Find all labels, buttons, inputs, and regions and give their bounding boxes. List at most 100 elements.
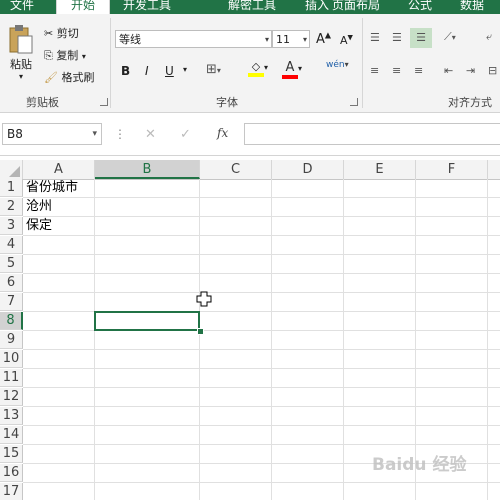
paste-button[interactable]: 粘贴 ▾: [6, 24, 36, 88]
align-center-icon: ≡: [392, 64, 402, 77]
decrease-indent-button[interactable]: ⇤: [444, 64, 453, 77]
column-header-a[interactable]: A: [23, 160, 95, 179]
underline-button[interactable]: U: [165, 64, 174, 78]
column-header-f[interactable]: F: [416, 160, 488, 179]
tab-developer[interactable]: 开发工具: [123, 0, 171, 14]
cell-a1[interactable]: 省份城市: [26, 179, 78, 197]
align-left-button[interactable]: ≡: [370, 64, 379, 77]
font-size-select[interactable]: 11 ▾: [272, 30, 310, 48]
formula-input[interactable]: [244, 123, 500, 145]
fill-color-button[interactable]: ◇ ▾: [248, 60, 268, 77]
row-header[interactable]: 3: [0, 217, 23, 235]
row-header[interactable]: 10: [0, 350, 23, 368]
chevron-down-icon: ▾: [344, 60, 349, 69]
clipboard-launcher-icon[interactable]: [100, 98, 108, 106]
italic-button[interactable]: I: [145, 64, 149, 78]
row-header[interactable]: 11: [0, 369, 23, 387]
paste-label: 粘贴: [10, 58, 32, 71]
increase-font-button[interactable]: A▲: [316, 31, 331, 47]
column-header-b[interactable]: B: [95, 160, 200, 179]
name-box[interactable]: B8 ▾: [2, 123, 102, 145]
row-header[interactable]: 6: [0, 274, 23, 292]
selected-cell-b8[interactable]: [94, 311, 200, 331]
row-header[interactable]: 15: [0, 445, 23, 463]
insert-function-icon[interactable]: fx: [217, 126, 228, 140]
chevron-down-icon: ▾: [298, 64, 303, 73]
ribbon: 粘贴 ▾ ✂ 剪切 ⎘ 复制 ▾ 🖌 格式刷 剪贴板 等线 ▾ 11 ▾ A▲ …: [0, 14, 500, 113]
decrease-indent-icon: ⇤: [444, 64, 454, 77]
font-color-icon: A: [282, 60, 298, 79]
chevron-down-icon: ▾: [264, 35, 269, 44]
row-header[interactable]: 12: [0, 388, 23, 406]
format-painter-button[interactable]: 🖌 格式刷: [44, 69, 94, 85]
tab-home[interactable]: 开始: [56, 0, 110, 14]
phonetic-button[interactable]: wén▾: [326, 60, 349, 70]
row-header[interactable]: 17: [0, 483, 23, 500]
row-header[interactable]: 9: [0, 331, 23, 349]
chevron-down-icon: ▾: [18, 72, 23, 81]
align-middle-icon: ☰: [392, 31, 402, 44]
font-name-select[interactable]: 等线 ▾: [115, 30, 272, 48]
row-header[interactable]: 5: [0, 255, 23, 273]
gridline: [487, 179, 488, 500]
column-header-d[interactable]: D: [272, 160, 344, 179]
tab-formulas[interactable]: 公式: [408, 0, 432, 14]
align-right-icon: ≡: [414, 64, 424, 77]
tab-insert[interactable]: 插入: [305, 0, 329, 14]
ribbon-tab-bar: 文件 开始 开发工具 解密工具 插入 页面布局 公式 数据: [0, 0, 500, 14]
borders-icon: ⊞: [206, 62, 217, 77]
merge-button[interactable]: ⊟: [488, 64, 497, 77]
column-header-next[interactable]: [488, 160, 500, 179]
gridline: [271, 179, 272, 500]
align-top-button[interactable]: ☰: [370, 31, 380, 44]
column-header-c[interactable]: C: [200, 160, 272, 179]
cut-button[interactable]: ✂ 剪切: [44, 25, 79, 41]
orientation-button[interactable]: ⟋▾: [444, 30, 456, 44]
font-group-label: 字体: [216, 96, 238, 109]
align-bottom-icon: ☰: [416, 31, 426, 44]
cut-label: 剪切: [56, 27, 79, 40]
cancel-icon[interactable]: ✕: [145, 127, 156, 142]
font-color-button[interactable]: A ▾: [282, 60, 302, 79]
column-header-e[interactable]: E: [344, 160, 416, 179]
tab-file[interactable]: 文件: [10, 0, 34, 14]
copy-button[interactable]: ⎘ 复制 ▾: [44, 47, 86, 63]
row-header[interactable]: 14: [0, 426, 23, 444]
tab-decrypt[interactable]: 解密工具: [228, 0, 276, 14]
increase-indent-button[interactable]: ⇥: [466, 64, 475, 77]
row-header[interactable]: 7: [0, 293, 23, 311]
row-header[interactable]: 1: [0, 179, 23, 197]
chevron-down-icon: ▾: [81, 52, 86, 61]
gridline: [94, 179, 95, 500]
tab-page-layout[interactable]: 页面布局: [332, 0, 380, 14]
tab-data[interactable]: 数据: [460, 0, 484, 14]
group-divider: [362, 18, 363, 108]
bold-button[interactable]: B: [121, 64, 130, 78]
decrease-font-button[interactable]: A▼: [340, 33, 353, 47]
phonetic-label: wén: [326, 60, 345, 70]
row-header[interactable]: 4: [0, 236, 23, 254]
cell-cursor-icon: [196, 291, 212, 307]
borders-button[interactable]: ⊞▾: [206, 62, 221, 77]
text-orientation-icon: ⟋: [444, 30, 452, 43]
align-right-button[interactable]: ≡: [414, 64, 423, 77]
enter-icon[interactable]: ✓: [180, 127, 191, 142]
fill-handle[interactable]: [197, 328, 204, 335]
row-header[interactable]: 13: [0, 407, 23, 425]
decrease-font-icon: A▼: [340, 33, 353, 47]
cell-a3[interactable]: 保定: [26, 217, 52, 235]
cell-a2[interactable]: 沧州: [26, 198, 52, 216]
copy-label: 复制: [56, 49, 79, 62]
align-center-button[interactable]: ≡: [392, 64, 401, 77]
chevron-down-icon: ▾: [302, 35, 307, 44]
row-header-selected[interactable]: 8: [0, 312, 23, 330]
wrap-text-button[interactable]: ⤶: [486, 30, 492, 44]
alignment-group-label: 对齐方式: [448, 96, 492, 109]
row-header[interactable]: 16: [0, 464, 23, 482]
row-header[interactable]: 2: [0, 198, 23, 216]
select-all-corner[interactable]: [0, 160, 23, 179]
align-middle-button[interactable]: ☰: [392, 31, 402, 44]
chevron-down-icon[interactable]: ▾: [183, 65, 187, 74]
align-bottom-button[interactable]: ☰: [410, 28, 432, 48]
font-launcher-icon[interactable]: [350, 98, 358, 106]
